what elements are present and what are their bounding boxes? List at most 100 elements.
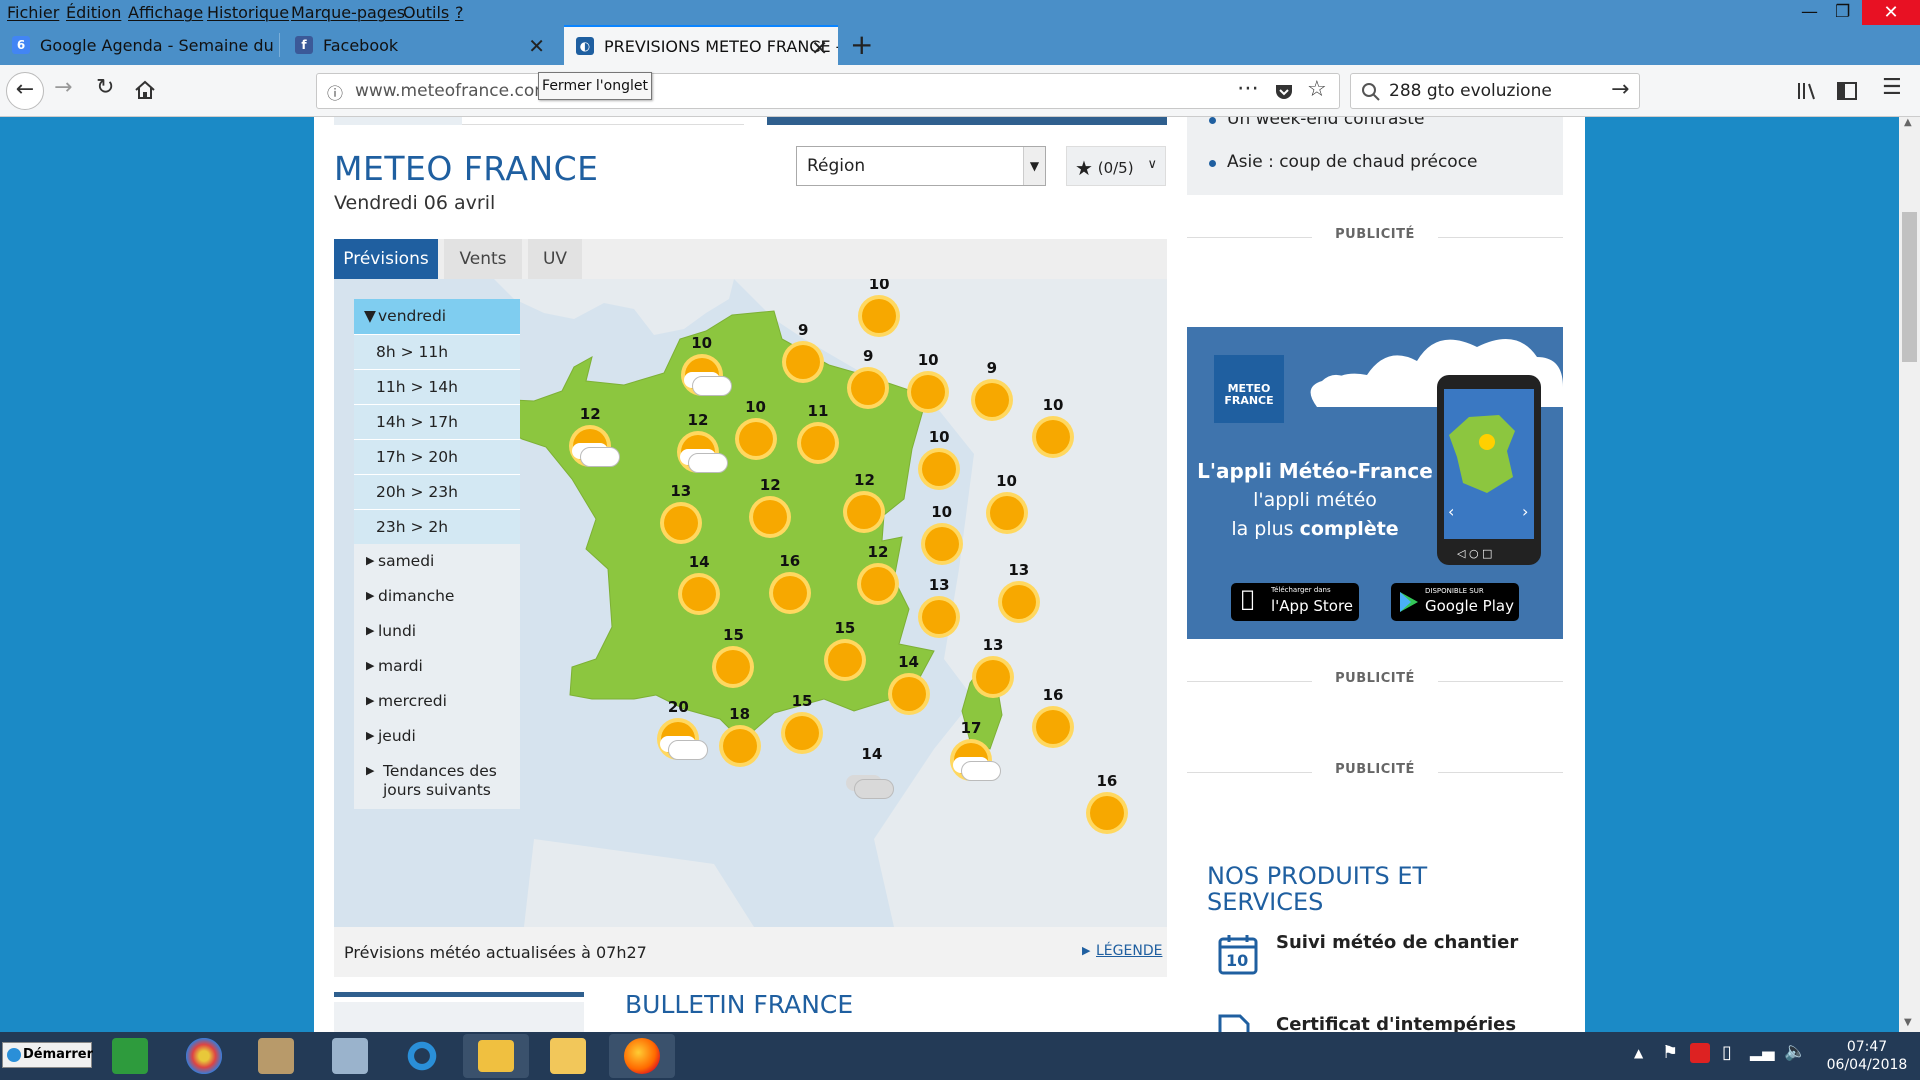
scrollbar-thumb[interactable] bbox=[1902, 212, 1917, 362]
day-mercredi[interactable]: ▶ mercredi bbox=[354, 684, 520, 719]
appstore-button[interactable]:  Télécharger dans l'App Store bbox=[1231, 583, 1359, 621]
tab-facebook[interactable]: f Facebook ✕ bbox=[283, 25, 555, 65]
tray-expand-icon[interactable]: ▲ bbox=[1634, 1046, 1643, 1060]
day-mardi[interactable]: ▶ mardi bbox=[354, 649, 520, 684]
reload-icon[interactable]: ↻ bbox=[96, 75, 114, 100]
forward-icon[interactable]: → bbox=[54, 75, 72, 100]
tab-google-agenda[interactable]: 6 Google Agenda - Semaine du bbox=[0, 25, 280, 65]
slot-item[interactable]: 20h > 23h bbox=[354, 474, 520, 509]
url-bar[interactable]: ⓘ www.meteofrance.com/ ⋯ ☆ bbox=[316, 73, 1340, 109]
weather-marker[interactable]: 10 bbox=[904, 351, 952, 421]
menu-historique[interactable]: Historique bbox=[207, 3, 289, 22]
bulletin-map-thumb[interactable] bbox=[334, 1002, 584, 1032]
pocket-icon[interactable] bbox=[1274, 82, 1294, 102]
close-tab-icon[interactable]: ✕ bbox=[528, 34, 545, 58]
volume-icon[interactable]: 🔈 bbox=[1784, 1041, 1806, 1062]
sidebar-icon[interactable] bbox=[1836, 81, 1858, 101]
bookmark-star-icon[interactable]: ☆ bbox=[1307, 77, 1327, 102]
weather-marker[interactable]: 12 bbox=[854, 543, 902, 613]
menu-help[interactable]: ? bbox=[455, 3, 464, 22]
home-icon[interactable] bbox=[134, 79, 156, 101]
menu-fichier[interactable]: Fichier bbox=[7, 3, 59, 22]
weather-marker[interactable]: 14 bbox=[848, 745, 896, 815]
weather-marker[interactable]: 10 bbox=[915, 428, 963, 498]
weather-marker[interactable]: 14 bbox=[675, 553, 723, 623]
weather-marker[interactable]: 9 bbox=[779, 321, 827, 391]
archive-icon[interactable] bbox=[258, 1038, 294, 1074]
weather-marker[interactable]: 12 bbox=[840, 471, 888, 541]
weather-marker[interactable]: 13 bbox=[915, 576, 963, 646]
tab-meteo-france[interactable]: ◐ PREVISIONS METEO FRANCE - ✕ bbox=[564, 25, 838, 65]
weather-marker[interactable]: 9 bbox=[844, 347, 892, 417]
day-vendredi[interactable]: ▼ vendredi bbox=[354, 299, 520, 334]
colorful-app-icon[interactable] bbox=[186, 1038, 222, 1074]
weather-marker[interactable]: 12 bbox=[674, 411, 728, 481]
weather-marker[interactable]: 10 bbox=[678, 334, 732, 404]
vertical-scrollbar[interactable]: ▲ ▼ bbox=[1899, 117, 1920, 1032]
region-select[interactable]: Région ▼ bbox=[796, 146, 1046, 186]
weather-marker[interactable]: 15 bbox=[821, 619, 869, 689]
news-item[interactable]: Un week-end contrasté bbox=[1208, 117, 1424, 129]
flag-icon[interactable]: ⚑ bbox=[1662, 1042, 1678, 1063]
weather-marker[interactable]: 16 bbox=[766, 552, 814, 622]
menu-edition[interactable]: Édition bbox=[66, 3, 121, 22]
day-dimanche[interactable]: ▶ dimanche bbox=[354, 579, 520, 614]
go-arrow-icon[interactable]: → bbox=[1611, 77, 1629, 102]
internet-explorer-icon[interactable] bbox=[404, 1038, 440, 1074]
url-text[interactable]: www.meteofrance.com/ bbox=[355, 81, 557, 101]
system-clock[interactable]: 07:47 06/04/2018 bbox=[1822, 1038, 1912, 1074]
weather-marker[interactable]: 15 bbox=[778, 692, 826, 762]
menu-marque-pages[interactable]: Marque-pages bbox=[291, 3, 405, 22]
search-input[interactable]: 288 gto evoluzione bbox=[1389, 81, 1552, 101]
slot-item[interactable]: 8h > 11h bbox=[354, 334, 520, 369]
window-close-icon[interactable]: ✕ bbox=[1862, 0, 1920, 26]
back-icon[interactable]: ← bbox=[6, 72, 44, 110]
firefox-taskbar-button[interactable] bbox=[609, 1034, 675, 1078]
network-icon[interactable]: ▂▄ bbox=[1750, 1042, 1775, 1061]
antivirus-icon[interactable] bbox=[1690, 1043, 1710, 1063]
tab-previsions[interactable]: Prévisions bbox=[334, 239, 438, 279]
favorites-button[interactable]: ★ (0/5) ∨ bbox=[1066, 146, 1166, 186]
slot-item[interactable]: 17h > 20h bbox=[354, 439, 520, 474]
weather-marker[interactable]: 11 bbox=[794, 402, 842, 472]
new-tab-icon[interactable]: + bbox=[850, 28, 873, 61]
slot-item[interactable]: 14h > 17h bbox=[354, 404, 520, 439]
close-tab-icon[interactable]: ✕ bbox=[811, 36, 828, 60]
slot-item[interactable]: 11h > 14h bbox=[354, 369, 520, 404]
legend-link[interactable]: LÉGENDE bbox=[1096, 943, 1162, 959]
weather-marker[interactable]: 10 bbox=[855, 279, 903, 345]
product-item[interactable]: Suivi météo de chantier bbox=[1276, 932, 1518, 953]
battery-icon[interactable]: ▯ bbox=[1722, 1042, 1732, 1063]
menu-affichage[interactable]: Affichage bbox=[128, 3, 203, 22]
store-icon[interactable] bbox=[112, 1038, 148, 1074]
info-icon[interactable]: ⓘ bbox=[327, 80, 343, 104]
slot-item[interactable]: 23h > 2h bbox=[354, 509, 520, 544]
day-samedi[interactable]: ▶ samedi bbox=[354, 544, 520, 579]
start-button[interactable]: Démarrer bbox=[2, 1042, 93, 1068]
file-explorer-icon[interactable] bbox=[550, 1038, 586, 1074]
tab-vents[interactable]: Vents bbox=[444, 239, 522, 279]
weather-marker[interactable]: 9 bbox=[968, 359, 1016, 429]
search-bar[interactable]: 288 gto evoluzione → bbox=[1350, 73, 1640, 109]
weather-marker[interactable]: 10 bbox=[918, 503, 966, 573]
weather-marker[interactable]: 13 bbox=[995, 561, 1043, 631]
library-icon[interactable] bbox=[1796, 81, 1818, 101]
weather-marker[interactable]: 13 bbox=[969, 636, 1017, 706]
weather-marker[interactable]: 17 bbox=[947, 719, 1002, 789]
tab-uv[interactable]: UV bbox=[528, 239, 582, 279]
weather-marker[interactable]: 18 bbox=[716, 705, 764, 775]
weather-marker[interactable]: 14 bbox=[885, 653, 933, 723]
weather-marker[interactable]: 16 bbox=[1029, 686, 1077, 756]
weather-marker[interactable]: 12 bbox=[746, 476, 794, 546]
weather-marker[interactable]: 12 bbox=[566, 405, 621, 475]
trends-link[interactable]: ▶ Tendances des jours suivants bbox=[354, 754, 520, 804]
minimize-icon[interactable]: — bbox=[1801, 2, 1818, 22]
day-jeudi[interactable]: ▶ jeudi bbox=[354, 719, 520, 754]
weather-marker[interactable]: 10 bbox=[732, 398, 780, 468]
menu-outils[interactable]: Outils bbox=[403, 3, 449, 22]
outlook-taskbar-button[interactable] bbox=[463, 1034, 529, 1078]
hamburger-menu-icon[interactable]: ☰ bbox=[1882, 75, 1902, 100]
page-actions-icon[interactable]: ⋯ bbox=[1237, 76, 1259, 101]
day-lundi[interactable]: ▶ lundi bbox=[354, 614, 520, 649]
restore-icon[interactable]: ❐ bbox=[1835, 2, 1850, 22]
